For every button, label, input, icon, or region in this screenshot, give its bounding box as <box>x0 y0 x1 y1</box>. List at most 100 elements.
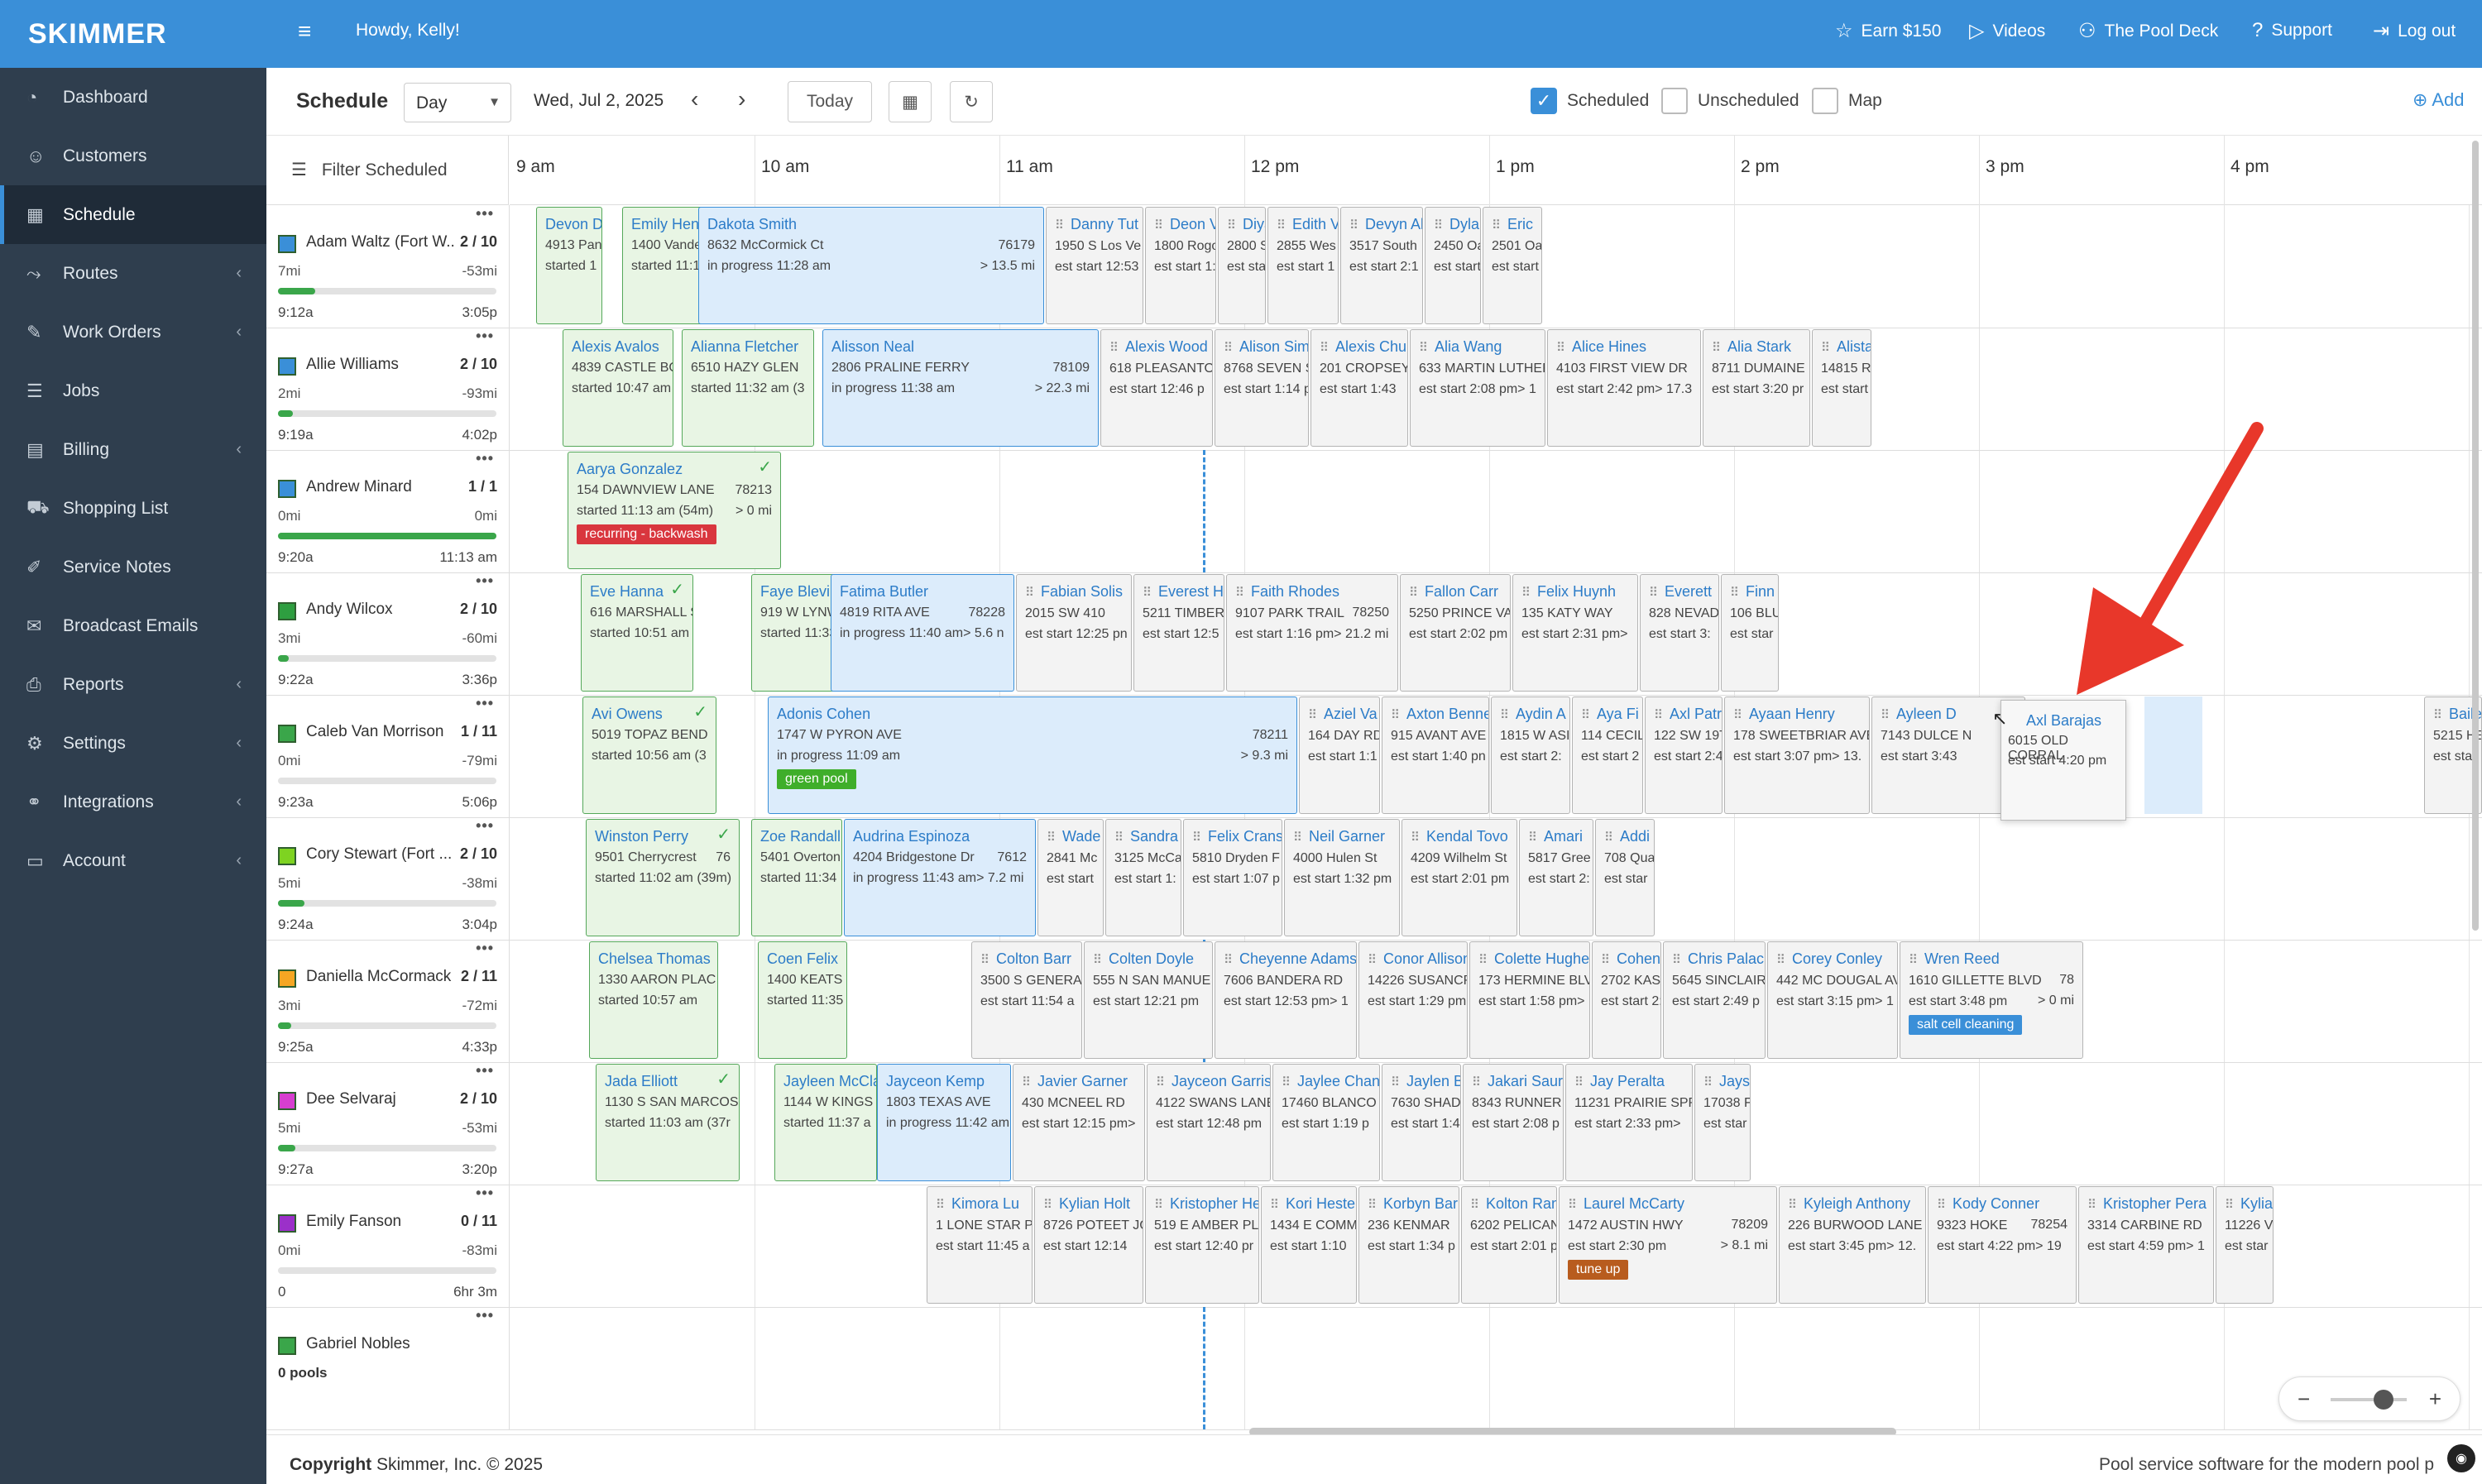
add-button[interactable]: ⊕ Add <box>2413 89 2465 111</box>
job-card[interactable]: ⠿ Danny Tut 1950 S Los Ve est start 12:53 <box>1046 207 1143 324</box>
more-options-icon[interactable]: ••• <box>476 328 494 345</box>
drag-handle-icon[interactable]: ⠿ <box>1472 1075 1481 1089</box>
drag-handle-icon[interactable]: ⠿ <box>936 1198 945 1212</box>
job-card[interactable]: ⠿ Jaylen Br 7630 SHADY est start 1:4 <box>1382 1064 1461 1181</box>
drag-handle-icon[interactable]: ⠿ <box>1143 586 1152 600</box>
drag-handle-icon[interactable]: ⠿ <box>1649 586 1658 600</box>
drag-handle-icon[interactable]: ⠿ <box>1776 953 1785 967</box>
job-card[interactable]: ⠿ Kyleigh Anthony 226 BURWOOD LANE est star… <box>1779 1186 1926 1304</box>
job-card[interactable]: Aarya Gonzalez 154 DAWNVIEW LANE started 1… <box>568 452 781 569</box>
drag-handle-icon[interactable]: ⠿ <box>1047 831 1056 845</box>
drag-handle-icon[interactable]: ⠿ <box>1672 953 1681 967</box>
drag-handle-icon[interactable]: ⠿ <box>1601 953 1610 967</box>
drag-handle-icon[interactable]: ⠿ <box>1478 953 1488 967</box>
chat-icon[interactable]: ◉ <box>2447 1444 2475 1472</box>
drag-handle-icon[interactable]: ⠿ <box>1154 1198 1163 1212</box>
logout-link[interactable]: ⇥ Log out <box>2373 19 2456 43</box>
sidebar-item-integrations[interactable]: ⚭ Integrations ‹ <box>0 773 266 831</box>
job-card[interactable]: ⠿ Kylian Holt 8726 POTEET JC est start 12:1… <box>1034 1186 1143 1304</box>
technician-name[interactable]: Cory Stewart (Fort ... <box>306 845 455 864</box>
drag-handle-icon[interactable]: ⠿ <box>1227 218 1236 232</box>
drag-handle-icon[interactable]: ⠿ <box>1368 1198 1377 1212</box>
job-card[interactable]: Chelsea Thomas 1330 AARON PLAC started 10:… <box>589 941 718 1059</box>
job-card[interactable]: Alexis Avalos 4839 CASTLE BO started 10:47… <box>563 329 673 447</box>
job-card[interactable]: Avi Owens 5019 TOPAZ BEND started 10:56 am… <box>582 697 716 814</box>
drag-handle-icon[interactable]: ⠿ <box>1043 1198 1052 1212</box>
drag-handle-icon[interactable]: ⠿ <box>1470 1198 1479 1212</box>
job-card[interactable]: ⠿ Javier Garner 430 MCNEEL RD est start 12:… <box>1013 1064 1145 1181</box>
job-card[interactable]: ⠿ Jaylee Chan 17460 BLANCO est start 1:19 p <box>1272 1064 1380 1181</box>
drag-handle-icon[interactable]: ⠿ <box>1788 1198 1797 1212</box>
drag-handle-icon[interactable]: ⠿ <box>1349 218 1358 232</box>
job-card[interactable]: ⠿ Alexis Wood 618 PLEASANTO est start 12:46… <box>1100 329 1213 447</box>
today-button[interactable]: Today <box>788 81 872 122</box>
scheduled-checkbox[interactable]: ✓ Scheduled <box>1531 88 1649 114</box>
prev-day-button[interactable]: ‹ <box>691 86 698 112</box>
job-card[interactable]: Dakota Smith 8632 McCormick Ct in progress… <box>698 207 1044 324</box>
drag-handle-icon[interactable]: ⠿ <box>1156 1075 1165 1089</box>
drag-handle-icon[interactable]: ⠿ <box>1025 586 1034 600</box>
drag-handle-icon[interactable]: ⠿ <box>1114 831 1124 845</box>
more-options-icon[interactable]: ••• <box>476 1185 494 1202</box>
job-card[interactable]: ⠿ Felix Huynh 135 KATY WAY est start 2:31 p… <box>1512 574 1638 692</box>
drag-handle-icon[interactable]: ⠿ <box>1500 708 1509 722</box>
job-card[interactable]: ⠿ Everett 828 NEVAD est start 3: <box>1640 574 1719 692</box>
drag-handle-icon[interactable]: ⠿ <box>1320 341 1329 355</box>
job-card[interactable]: Zoe Randall 5401 Overton started 11:34 <box>751 819 842 936</box>
technician-name[interactable]: Daniella McCormack <box>306 968 455 986</box>
drag-handle-icon[interactable]: ⠿ <box>1556 341 1565 355</box>
drag-handle-icon[interactable]: ⠿ <box>1224 341 1233 355</box>
technician-name[interactable]: Caleb Van Morrison <box>306 723 455 741</box>
drag-handle-icon[interactable]: ⠿ <box>1574 1075 1584 1089</box>
hamburger-menu-icon[interactable]: ≡ <box>298 18 311 45</box>
drag-handle-icon[interactable]: ⠿ <box>1419 341 1428 355</box>
drag-handle-icon[interactable]: ⠿ <box>1282 1075 1291 1089</box>
drag-handle-icon[interactable]: ⠿ <box>1521 586 1531 600</box>
drag-handle-icon[interactable]: ⠿ <box>1391 1075 1400 1089</box>
job-card[interactable]: ⠿ Axl Patr 122 SW 19T est start 2:4 <box>1645 697 1723 814</box>
sidebar-item-account[interactable]: ▭ Account ‹ <box>0 831 266 890</box>
job-card[interactable]: ⠿ Kori Hester 1434 E COMM est start 1:10 <box>1261 1186 1357 1304</box>
view-select[interactable]: Day ▼ <box>404 83 511 122</box>
job-card[interactable]: ⠿ Kristopher He 519 E AMBER PL est start 12… <box>1145 1186 1259 1304</box>
videos-link[interactable]: ▷ Videos <box>1969 19 2045 43</box>
pool-deck-link[interactable]: ⚇ The Pool Deck <box>2078 19 2218 43</box>
refresh-button[interactable]: ↻ <box>950 81 993 122</box>
job-card[interactable]: ⠿ Cohen 2702 KASI est start 2: <box>1592 941 1661 1059</box>
technician-name[interactable]: Gabriel Nobles <box>306 1335 455 1353</box>
technician-name[interactable]: Andrew Minard <box>306 478 455 496</box>
job-card[interactable]: ⠿ Conor Allison 14226 SUSANCRE est start 1:… <box>1358 941 1468 1059</box>
map-checkbox[interactable]: Map <box>1812 88 1882 114</box>
technician-name[interactable]: Adam Waltz (Fort W... <box>306 233 455 251</box>
job-card[interactable]: ⠿ Korbyn Barr 236 KENMAR est start 1:34 p <box>1358 1186 1459 1304</box>
zoom-track[interactable] <box>2331 1398 2407 1401</box>
sidebar-item-service-notes[interactable]: ✐ Service Notes <box>0 538 266 596</box>
drag-handle-icon[interactable]: ⠿ <box>1109 341 1119 355</box>
skimmer-logo[interactable]: SKIMMER <box>0 0 266 68</box>
more-options-icon[interactable]: ••• <box>476 1062 494 1079</box>
job-card[interactable]: ⠿ Dylar 2450 Oa est start <box>1425 207 1481 324</box>
job-card[interactable]: Alianna Fletcher 6510 HAZY GLEN started 11… <box>682 329 814 447</box>
drag-handle-icon[interactable]: ⠿ <box>1409 586 1418 600</box>
job-card[interactable]: ⠿ Aziel Va 164 DAY RD est start 1:1 <box>1299 697 1380 814</box>
more-options-icon[interactable]: ••• <box>476 450 494 467</box>
calendar-button[interactable]: ▦ <box>889 81 932 122</box>
job-card[interactable]: ⠿ Alexis Chu 201 CROPSEY est start 1:43 <box>1310 329 1408 447</box>
job-card[interactable]: ⠿ Deon V 1800 Rogo est start 1: <box>1145 207 1216 324</box>
job-card[interactable]: ⠿ Wade 2841 Mc est start <box>1037 819 1104 936</box>
job-card[interactable]: ⠿ Aydin A 1815 W ASI est start 2: <box>1491 697 1570 814</box>
drag-handle-icon[interactable]: ⠿ <box>1909 953 1918 967</box>
job-card[interactable]: Jayleen McCla 1144 W KINGS started 11:37 a <box>774 1064 877 1181</box>
next-day-button[interactable]: › <box>738 86 745 112</box>
zoom-out-button[interactable]: − <box>2298 1386 2310 1412</box>
filter-scheduled[interactable]: ☰ Filter Scheduled <box>266 136 509 205</box>
sidebar-item-settings[interactable]: ⚙ Settings ‹ <box>0 714 266 773</box>
job-card[interactable]: ⠿ Alison Sims 8768 SEVEN SEA est start 1:14… <box>1215 329 1309 447</box>
job-card[interactable]: Devon D 4913 Pan started 1 <box>536 207 602 324</box>
job-card[interactable]: ⠿ Axton Benne 915 AVANT AVE est start 1:40 … <box>1382 697 1489 814</box>
job-card[interactable]: Coen Felix 1400 KEATS started 11:35 <box>758 941 847 1059</box>
sidebar-item-jobs[interactable]: ☰ Jobs <box>0 361 266 420</box>
sidebar-item-broadcast-emails[interactable]: ✉ Broadcast Emails <box>0 596 266 655</box>
job-card[interactable]: ⠿ Kylia 11226 V est star <box>2216 1186 2274 1304</box>
drag-handle-icon[interactable]: ⠿ <box>1434 218 1443 232</box>
